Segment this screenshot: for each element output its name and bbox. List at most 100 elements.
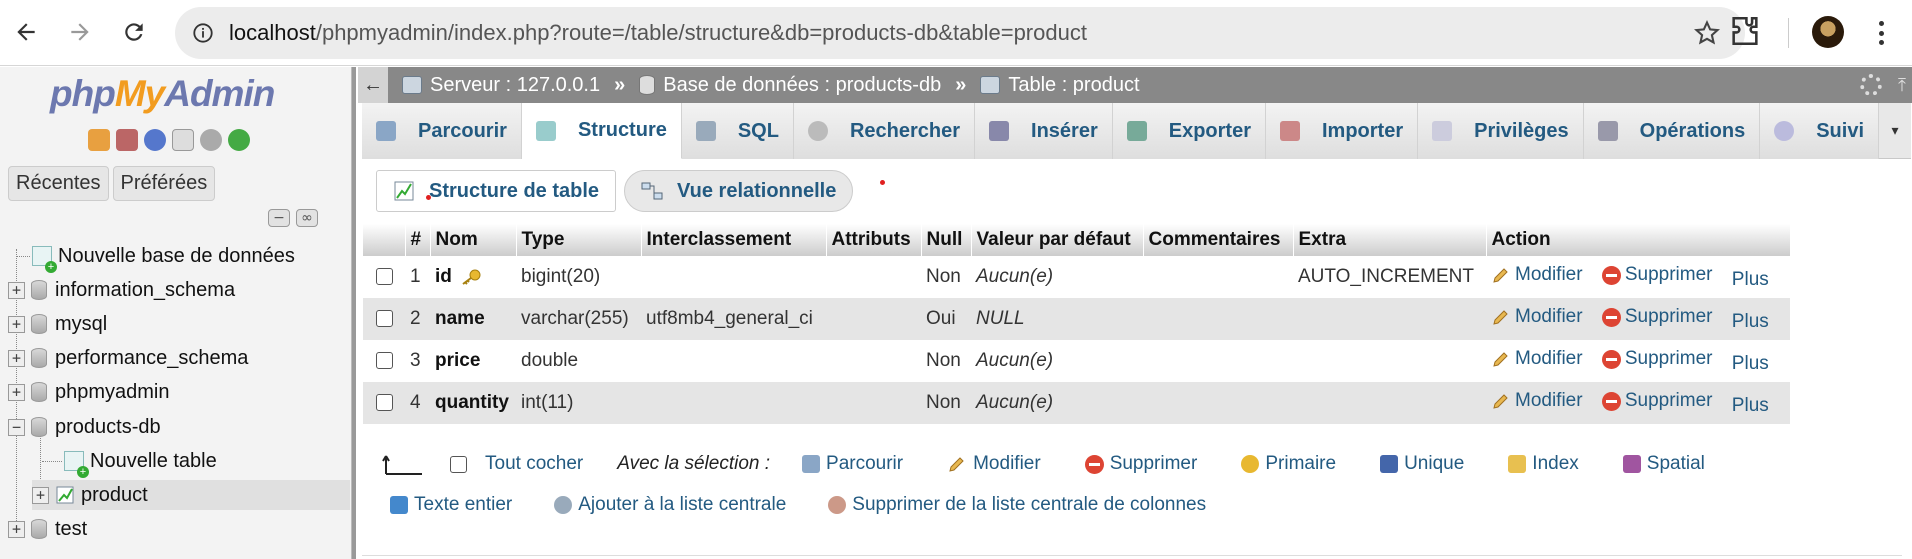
- expand-icon[interactable]: +: [32, 486, 49, 504]
- subtab-relation-view[interactable]: Vue relationnelle: [624, 170, 854, 212]
- edit-action[interactable]: Modifier: [1491, 264, 1583, 286]
- collapse-icon[interactable]: −: [8, 418, 25, 436]
- expand-icon[interactable]: +: [8, 349, 25, 367]
- address-bar[interactable]: localhost/phpmyadmin/index.php?route=/ta…: [175, 7, 1745, 59]
- bulk-index-button[interactable]: Index: [1508, 453, 1579, 475]
- collapse-all-icon[interactable]: −: [268, 209, 290, 227]
- more-action[interactable]: Plus: [1732, 395, 1769, 417]
- tab-operations[interactable]: Opérations: [1583, 103, 1761, 159]
- settings-gear-icon[interactable]: [200, 129, 222, 151]
- bulk-browse-button[interactable]: Parcourir: [802, 453, 903, 475]
- column-attributes: [826, 298, 921, 340]
- docs-icon[interactable]: [172, 129, 194, 151]
- settings-gear-icon[interactable]: [1860, 74, 1882, 96]
- tab-browse[interactable]: Parcourir: [362, 103, 522, 159]
- recent-tab[interactable]: Récentes: [8, 166, 109, 201]
- breadcrumb-table[interactable]: Table : product: [980, 74, 1140, 97]
- more-tabs-icon[interactable]: ▾: [1879, 103, 1911, 158]
- drop-action[interactable]: Supprimer: [1601, 390, 1713, 412]
- panel-resizer[interactable]: [352, 67, 356, 559]
- logout-icon[interactable]: [116, 129, 138, 151]
- tab-search[interactable]: Rechercher: [793, 103, 976, 159]
- column-header[interactable]: Interclassement: [641, 224, 827, 256]
- row-checkbox[interactable]: [375, 394, 393, 412]
- drop-action[interactable]: Supprimer: [1601, 348, 1713, 370]
- favorites-tab[interactable]: Préférées: [112, 166, 216, 201]
- column-header[interactable]: Null: [921, 224, 972, 256]
- expand-icon[interactable]: +: [8, 383, 25, 401]
- expand-icon[interactable]: +: [8, 520, 25, 538]
- bulk-spatial-button[interactable]: Spatial: [1622, 453, 1705, 475]
- edit-action[interactable]: Modifier: [1491, 348, 1583, 370]
- expand-icon[interactable]: +: [8, 315, 25, 333]
- collapse-topbar-icon[interactable]: ⤒: [1898, 75, 1906, 96]
- toggle-navigation-icon[interactable]: ←: [358, 67, 388, 103]
- column-name[interactable]: quantity: [435, 392, 509, 413]
- tab-sql[interactable]: SQL: [681, 103, 794, 159]
- bulk-edit-button[interactable]: Modifier: [947, 453, 1041, 475]
- site-info-icon[interactable]: [187, 17, 219, 49]
- tab-privileges[interactable]: Privilèges: [1418, 103, 1584, 159]
- more-action[interactable]: Plus: [1732, 269, 1769, 291]
- home-icon[interactable]: [88, 129, 110, 151]
- tree-item-products-db[interactable]: − products-db: [8, 412, 161, 442]
- profile-avatar[interactable]: [1812, 16, 1844, 48]
- tree-item-mysql[interactable]: + mysql: [8, 309, 107, 339]
- back-arrow-icon[interactable]: [4, 10, 48, 54]
- column-header[interactable]: Commentaires: [1143, 224, 1294, 256]
- tree-item-phpmyadmin[interactable]: + phpmyadmin: [8, 377, 170, 407]
- column-header[interactable]: Type: [516, 224, 642, 256]
- tree-item-product[interactable]: + product: [32, 480, 350, 510]
- drop-action[interactable]: Supprimer: [1601, 306, 1713, 328]
- tree-item-information-schema[interactable]: + information_schema: [8, 275, 235, 305]
- bulk-add-central-button[interactable]: Ajouter à la liste centrale: [554, 494, 786, 516]
- row-checkbox[interactable]: [375, 310, 393, 328]
- refresh-icon[interactable]: [228, 129, 250, 151]
- tab-structure[interactable]: Structure: [521, 103, 682, 159]
- subtab-table-structure[interactable]: Structure de table: [376, 170, 617, 212]
- row-checkbox[interactable]: [375, 352, 393, 370]
- tab-insert[interactable]: Insérer: [975, 103, 1113, 159]
- bulk-drop-button[interactable]: Supprimer: [1084, 453, 1197, 475]
- extensions-icon[interactable]: [1728, 14, 1764, 50]
- column-type: double: [516, 340, 641, 382]
- column-name[interactable]: name: [435, 308, 485, 329]
- check-all-checkbox[interactable]: [450, 455, 467, 473]
- column-header[interactable]: Nom: [430, 224, 517, 256]
- breadcrumb-database[interactable]: Base de données : products-db: [639, 74, 941, 97]
- column-name[interactable]: price: [435, 350, 480, 371]
- bulk-remove-central-button[interactable]: Supprimer de la liste centrale de colonn…: [828, 494, 1206, 516]
- more-action[interactable]: Plus: [1732, 353, 1769, 375]
- bulk-fulltext-button[interactable]: Texte entier: [390, 494, 512, 516]
- more-action[interactable]: Plus: [1732, 311, 1769, 333]
- bulk-unique-button[interactable]: Unique: [1380, 453, 1464, 475]
- select-arrow-icon: [382, 455, 422, 475]
- help-icon[interactable]: [144, 129, 166, 151]
- edit-action[interactable]: Modifier: [1491, 390, 1583, 412]
- breadcrumb-server[interactable]: Serveur : 127.0.0.1: [402, 74, 600, 97]
- tab-export[interactable]: Exporter: [1112, 103, 1266, 159]
- phpmyadmin-logo[interactable]: phpMyAdmin: [50, 73, 275, 115]
- expand-icon[interactable]: +: [8, 281, 25, 299]
- tree-item-test[interactable]: + test: [8, 514, 87, 544]
- tree-item-new-table[interactable]: Nouvelle table: [42, 446, 217, 478]
- column-header[interactable]: Attributs: [826, 224, 922, 256]
- browser-menu-icon[interactable]: [1868, 18, 1894, 48]
- link-with-main-icon[interactable]: ∞: [296, 209, 318, 227]
- check-all-label[interactable]: Tout cocher: [485, 453, 583, 475]
- reload-icon[interactable]: [112, 10, 156, 54]
- row-checkbox[interactable]: [375, 268, 393, 286]
- bulk-primary-button[interactable]: Primaire: [1241, 453, 1336, 475]
- tree-item-performance-schema[interactable]: + performance_schema: [8, 343, 248, 373]
- drop-action[interactable]: Supprimer: [1601, 264, 1713, 286]
- tree-item-new-database[interactable]: Nouvelle base de données: [16, 241, 295, 273]
- column-header[interactable]: Extra: [1293, 224, 1487, 256]
- tab-import[interactable]: Importer: [1266, 103, 1419, 159]
- column-name[interactable]: id: [435, 266, 452, 287]
- forward-arrow-icon[interactable]: [58, 10, 102, 54]
- index-icon: [1508, 455, 1527, 473]
- edit-action[interactable]: Modifier: [1491, 306, 1583, 328]
- column-header[interactable]: Valeur par défaut: [971, 224, 1144, 256]
- bookmark-star-icon[interactable]: [1693, 19, 1721, 47]
- tab-tracking[interactable]: Suivi: [1760, 103, 1880, 159]
